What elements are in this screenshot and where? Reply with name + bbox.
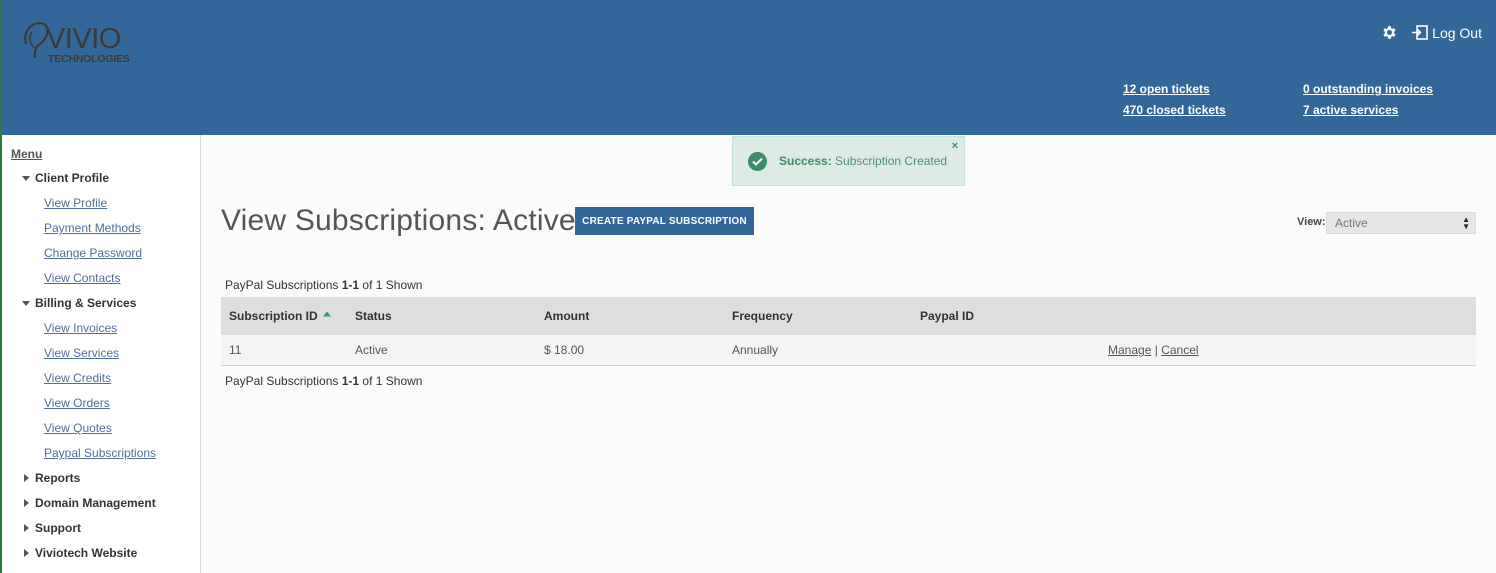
view-label: View: [1297,216,1326,228]
sidebar-group-label: Reports [35,471,81,485]
column-header-amount[interactable]: Amount [544,309,589,323]
caret-down-icon [22,300,30,306]
alert-text: Success: Subscription Created [779,154,947,168]
gear-icon[interactable] [1381,24,1398,41]
results-prefix: PayPal Subscriptions [225,278,339,292]
results-prefix: PayPal Subscriptions [225,374,339,388]
sidebar-item-view-quotes[interactable]: View Quotes [44,421,112,435]
column-header-frequency[interactable]: Frequency [732,309,793,323]
table-row: 11 Active $ 18.00 Annually Manage | Canc… [221,335,1476,366]
page-title: View Subscriptions: Active [221,204,576,237]
row-actions: Manage | Cancel [1108,343,1199,357]
outstanding-invoices-link[interactable]: 0 outstanding invoices [1303,79,1433,100]
success-alert: Success: Subscription Created × [732,136,965,186]
create-paypal-subscription-button[interactable]: CREATE PAYPAL SUBSCRIPTION [575,207,754,235]
sidebar-item-paypal-subscriptions[interactable]: Paypal Subscriptions [44,446,156,460]
logout-label: Log Out [1432,24,1482,41]
caret-down-icon [22,175,30,181]
sidebar-group-billing-services[interactable]: Billing & Services [22,296,136,310]
logout-icon [1412,25,1428,40]
caret-right-icon [24,549,29,557]
cell-amount: $ 18.00 [544,343,585,357]
view-select-value: Active [1335,216,1368,230]
logout-button[interactable]: Log Out [1412,25,1482,41]
action-separator: | [1154,343,1158,357]
top-header: VIVIO TECHNOLOGIES Log Out 12 open ticke… [0,0,1496,135]
sidebar-item-view-credits[interactable]: View Credits [44,371,111,385]
check-circle-icon [748,151,767,171]
subscriptions-table: Subscription ID Status Amount Frequency … [221,297,1476,366]
column-header-status[interactable]: Status [355,309,392,323]
closed-tickets-link[interactable]: 470 closed tickets [1123,100,1226,121]
results-suffix: of 1 Shown [362,374,423,388]
vivio-logo[interactable]: VIVIO TECHNOLOGIES [20,18,155,66]
view-select[interactable]: Active ▲ ▼ [1326,212,1476,234]
select-arrows-icon: ▲ ▼ [1462,215,1470,231]
column-header-subscription-id[interactable]: Subscription ID [229,309,331,323]
sidebar: Menu Client Profile View Profile Payment… [0,135,201,573]
manage-link[interactable]: Manage [1108,343,1151,357]
results-count-bottom: PayPal Subscriptions 1-1 of 1 Shown [225,374,422,388]
logo-text: VIVIO [46,23,121,55]
sidebar-item-view-profile[interactable]: View Profile [44,196,107,210]
sort-ascending-icon [322,311,331,317]
sidebar-group-viviotech-website[interactable]: Viviotech Website [22,546,137,560]
results-suffix: of 1 Shown [362,278,423,292]
cell-subscription-id: 11 [229,343,242,357]
results-range: 1-1 [341,278,360,292]
active-services-link[interactable]: 7 active services [1303,100,1433,121]
table-header: Subscription ID Status Amount Frequency … [221,297,1476,335]
sidebar-item-view-services[interactable]: View Services [44,346,119,360]
alert-message: Subscription Created [835,154,948,168]
close-icon[interactable]: × [952,140,958,152]
sidebar-item-view-contacts[interactable]: View Contacts [44,271,120,285]
results-range: 1-1 [341,374,360,388]
sidebar-item-view-invoices[interactable]: View Invoices [44,321,117,335]
sidebar-group-reports[interactable]: Reports [22,471,80,485]
results-count-top: PayPal Subscriptions 1-1 of 1 Shown [225,278,422,292]
alert-strong: Success: [779,154,832,168]
column-label: Subscription ID [229,309,318,323]
caret-right-icon [24,499,29,507]
cell-frequency: Annually [732,343,779,357]
sidebar-group-label: Client Profile [35,171,110,185]
logo-subtext: TECHNOLOGIES [48,53,130,65]
open-tickets-link[interactable]: 12 open tickets [1123,79,1226,100]
sidebar-group-label: Domain Management [35,496,156,510]
sidebar-item-change-password[interactable]: Change Password [44,246,142,260]
sidebar-group-domain-management[interactable]: Domain Management [22,496,156,510]
sidebar-group-client-profile[interactable]: Client Profile [22,171,109,185]
caret-right-icon [24,524,29,532]
menu-title[interactable]: Menu [11,147,42,161]
sidebar-group-label: Billing & Services [35,296,137,310]
cancel-link[interactable]: Cancel [1161,343,1198,357]
sidebar-group-support[interactable]: Support [22,521,81,535]
column-header-paypal-id[interactable]: Paypal ID [920,309,974,323]
sidebar-item-payment-methods[interactable]: Payment Methods [44,221,141,235]
sidebar-item-view-orders[interactable]: View Orders [44,396,110,410]
caret-right-icon [24,474,29,482]
sidebar-group-label: Viviotech Website [35,546,138,560]
sidebar-group-label: Support [35,521,81,535]
cell-status: Active [355,343,388,357]
